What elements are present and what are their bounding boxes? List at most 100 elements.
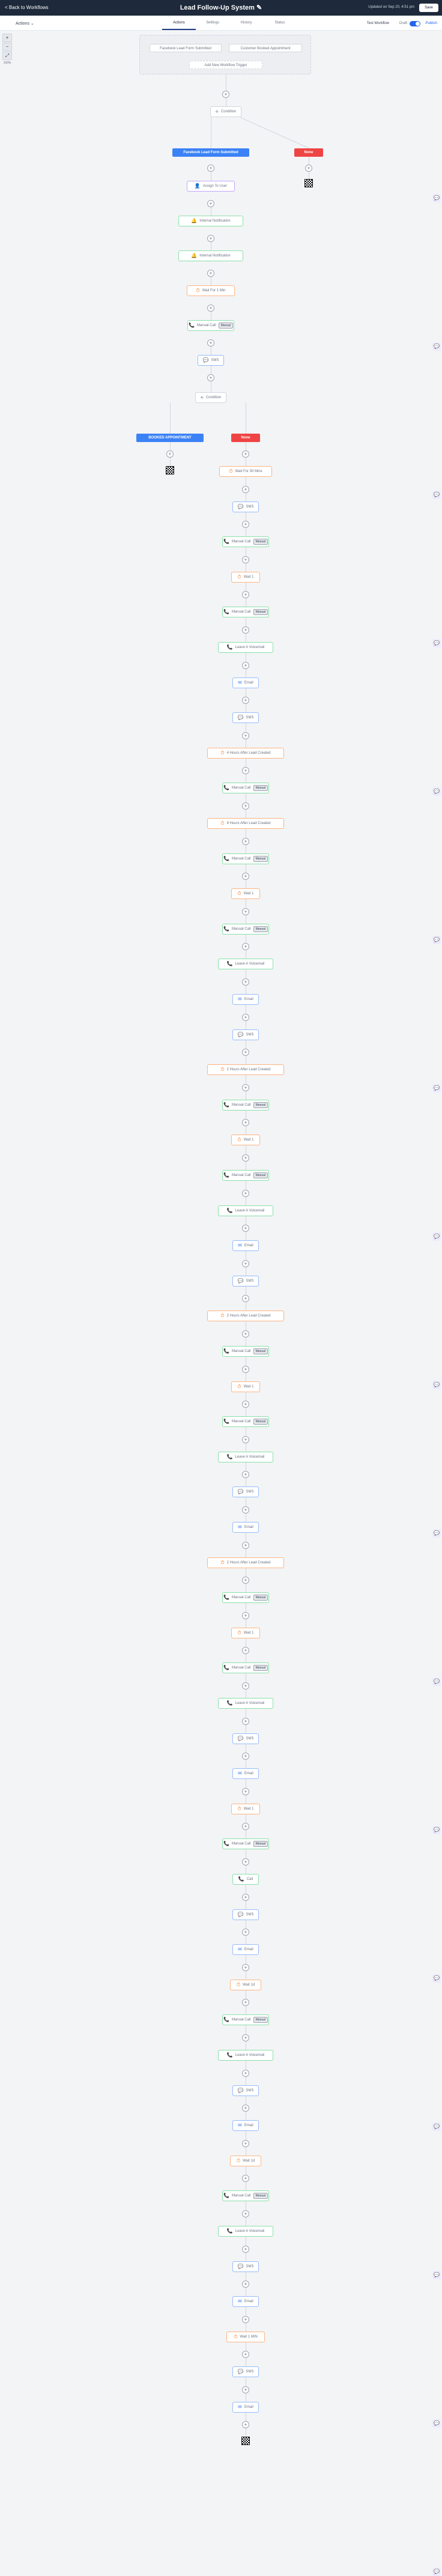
add-step-button[interactable]: + — [242, 1119, 249, 1127]
workflow-step[interactable]: 💬 SMS — [232, 2366, 259, 2378]
add-step-button[interactable]: + — [242, 802, 249, 810]
workflow-step[interactable]: 📞 Manual Call Manual — [222, 1170, 269, 1181]
chat-widget-icon[interactable]: 💬 — [432, 1232, 441, 1241]
chat-widget-icon[interactable]: 💬 — [432, 2271, 441, 2279]
add-step-button[interactable]: + — [166, 450, 174, 458]
add-step-button[interactable]: + — [242, 697, 249, 705]
add-step-button[interactable]: + — [242, 1611, 249, 1619]
workflow-step[interactable]: ⏱ Wait 1 — [231, 1135, 260, 1146]
add-step-button[interactable]: + — [207, 270, 214, 277]
workflow-step[interactable]: ⏱ Wait 1 — [231, 571, 260, 583]
workflow-step[interactable]: ✉ Email — [232, 2296, 259, 2308]
branch-header-none-2[interactable]: None — [231, 434, 260, 442]
workflow-step[interactable]: 📞 Manual Call Manual — [222, 783, 269, 794]
workflow-step[interactable]: ⏱ 8 Hours After Lead Created — [207, 818, 284, 829]
workflow-step[interactable]: 📞 Manual Call Manual — [222, 923, 269, 935]
chat-widget-icon[interactable]: 💬 — [432, 1381, 441, 1389]
tab-actions[interactable]: Actions — [162, 16, 196, 30]
workflow-step[interactable]: 📞 Manual Call Manual — [222, 607, 269, 618]
tab-history[interactable]: History — [229, 16, 263, 30]
condition-node[interactable]: ⟡ Condition — [210, 106, 241, 117]
add-step-button[interactable]: + — [242, 1963, 249, 1971]
trigger-facebook-lead-form[interactable]: Facebook Lead Form Submitted — [150, 44, 222, 52]
chat-widget-icon[interactable]: 💬 — [432, 1677, 441, 1686]
add-step-button[interactable]: + — [242, 732, 249, 739]
add-step-button[interactable]: + — [242, 837, 249, 845]
add-step-button[interactable]: + — [242, 767, 249, 775]
workflow-step[interactable]: ⏱ Wait For 30 Mins — [219, 466, 272, 477]
add-step-button[interactable]: + — [207, 339, 214, 347]
add-step-button[interactable]: + — [242, 2315, 249, 2323]
trigger-customer-booked-appointment[interactable]: Customer Booked Appointment — [229, 44, 302, 52]
add-step-button[interactable]: + — [242, 450, 249, 458]
zoom-out-button[interactable]: − — [2, 43, 12, 51]
workflow-step[interactable]: 📞 Manual Call Manual — [222, 1416, 269, 1428]
add-step-button[interactable]: + — [242, 1471, 249, 1479]
workflow-step[interactable]: 💬 SMS — [232, 1029, 259, 1040]
workflow-step[interactable]: 💬 SMS — [232, 1733, 259, 1744]
add-step-button[interactable]: + — [242, 1225, 249, 1232]
workflow-step[interactable]: ✉ Email — [232, 677, 259, 688]
actions-dropdown[interactable]: Actions ⌄ — [16, 21, 34, 26]
workflow-step[interactable]: ✉ Email — [232, 994, 259, 1005]
add-step-button[interactable]: + — [242, 2069, 249, 2077]
add-step-button[interactable]: + — [222, 91, 229, 98]
workflow-step[interactable]: ⏱ Wait 1d — [230, 2155, 261, 2166]
chat-widget-icon[interactable]: 💬 — [432, 787, 441, 796]
add-step-button[interactable]: + — [242, 2421, 249, 2428]
workflow-step[interactable]: 🔔 Internal Notification — [178, 250, 243, 261]
workflow-step[interactable]: 💬 SMS — [232, 1909, 259, 1920]
add-step-button[interactable]: + — [242, 1787, 249, 1795]
workflow-step[interactable]: 📞 Leave A Voicemail — [218, 642, 273, 653]
workflow-step[interactable]: 📞 Leave A Voicemail — [218, 959, 273, 970]
branch-header-facebook-lead[interactable]: Facebook Lead Form Submitted — [172, 148, 249, 157]
workflow-step[interactable]: 📞 Manual Call Manual — [222, 853, 269, 864]
workflow-step[interactable]: ✉ Email — [232, 1522, 259, 1533]
workflow-step[interactable]: 📞 Manual Call Manual — [222, 1346, 269, 1357]
chat-widget-icon[interactable]: 💬 — [432, 1084, 441, 1093]
chat-widget-icon[interactable]: 💬 — [432, 1529, 441, 1538]
add-step-button[interactable]: + — [242, 1189, 249, 1197]
add-step-button[interactable]: + — [242, 978, 249, 986]
workflow-step[interactable]: 📞 Manual Call Manual — [222, 1838, 269, 1850]
save-button[interactable]: Save — [419, 4, 438, 12]
workflow-step[interactable]: ⏱ 4 Hours After Lead Created — [207, 747, 284, 759]
add-step-button[interactable]: + — [242, 1823, 249, 1831]
workflow-step[interactable]: 💬 SMS — [232, 2261, 259, 2272]
add-step-button[interactable]: + — [242, 1083, 249, 1091]
add-step-button[interactable]: + — [242, 556, 249, 563]
tab-status[interactable]: Status — [263, 16, 297, 30]
workflow-step[interactable]: ⏱ Wait 1 — [231, 1627, 260, 1638]
add-step-button[interactable]: + — [242, 2351, 249, 2359]
add-step-button[interactable]: + — [242, 943, 249, 951]
workflow-step[interactable]: 📞 Leave A Voicemail — [218, 2226, 273, 2237]
add-step-button[interactable]: + — [242, 1647, 249, 1655]
workflow-step[interactable]: ✉ Email — [232, 1240, 259, 1252]
workflow-step[interactable]: 📞 Leave A Voicemail — [218, 1205, 273, 1216]
add-step-button[interactable]: + — [242, 1999, 249, 2007]
chat-widget-icon[interactable]: 💬 — [432, 491, 441, 499]
workflow-step[interactable]: ⏱ 2 Hours After Lead Created — [207, 1064, 284, 1076]
workflow-step[interactable]: 📞 Manual Call Manual — [222, 2014, 269, 2026]
add-step-button[interactable]: + — [242, 1682, 249, 1690]
add-step-button[interactable]: + — [242, 1435, 249, 1443]
workflow-step[interactable]: ⏱ Wait 1 MIN — [226, 2331, 265, 2342]
add-step-button[interactable]: + — [242, 2034, 249, 2041]
workflow-step[interactable]: 📞 Leave A Voicemail — [218, 1698, 273, 1709]
add-step-button[interactable]: + — [242, 521, 249, 529]
chat-widget-icon[interactable]: 💬 — [432, 2419, 441, 2428]
condition-node[interactable]: ⟡ Condition — [195, 392, 226, 403]
add-step-button[interactable]: + — [242, 1401, 249, 1408]
workflow-step[interactable]: 📞 Leave A Voicemail — [218, 1451, 273, 1462]
workflow-step[interactable]: 📞 Call — [232, 1874, 259, 1885]
workflow-step[interactable]: ⏱ Wait 1 — [231, 1803, 260, 1814]
add-step-button[interactable]: + — [242, 1753, 249, 1760]
add-step-button[interactable]: + — [242, 2245, 249, 2253]
chat-widget-icon[interactable]: 💬 — [432, 194, 441, 202]
add-step-button[interactable]: + — [242, 1049, 249, 1056]
test-workflow-button[interactable]: Test Workflow — [367, 22, 389, 25]
add-step-button[interactable]: + — [242, 1295, 249, 1303]
add-step-button[interactable]: + — [242, 1154, 249, 1162]
branch-header-none[interactable]: None — [294, 148, 323, 157]
add-step-button[interactable]: + — [242, 1013, 249, 1021]
